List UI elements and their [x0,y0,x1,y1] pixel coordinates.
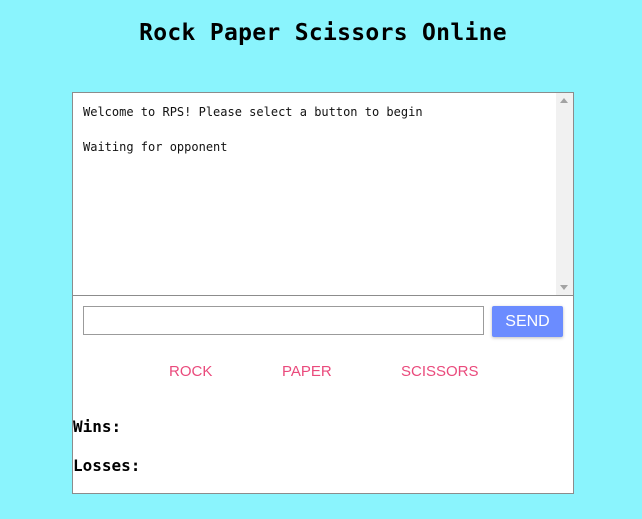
wins-label: Wins: [73,417,122,436]
chat-log[interactable]: Welcome to RPS! Please select a button t… [73,93,573,296]
page-title: Rock Paper Scissors Online [139,20,507,46]
message-input[interactable] [83,306,484,335]
scroll-down-arrow-icon[interactable] [560,285,568,290]
rock-button[interactable]: ROCK [169,363,212,380]
scroll-up-arrow-icon[interactable] [560,98,568,103]
chat-scrollbar[interactable] [556,93,573,295]
scissors-button[interactable]: SCISSORS [401,363,479,380]
chat-message: Waiting for opponent [83,140,228,154]
losses-label: Losses: [73,456,141,475]
chat-messages: Welcome to RPS! Please select a button t… [83,105,423,175]
paper-button[interactable]: PAPER [282,363,332,380]
game-panel: Welcome to RPS! Please select a button t… [72,92,574,494]
chat-message: Welcome to RPS! Please select a button t… [83,105,423,119]
send-button[interactable]: SEND [492,306,563,337]
